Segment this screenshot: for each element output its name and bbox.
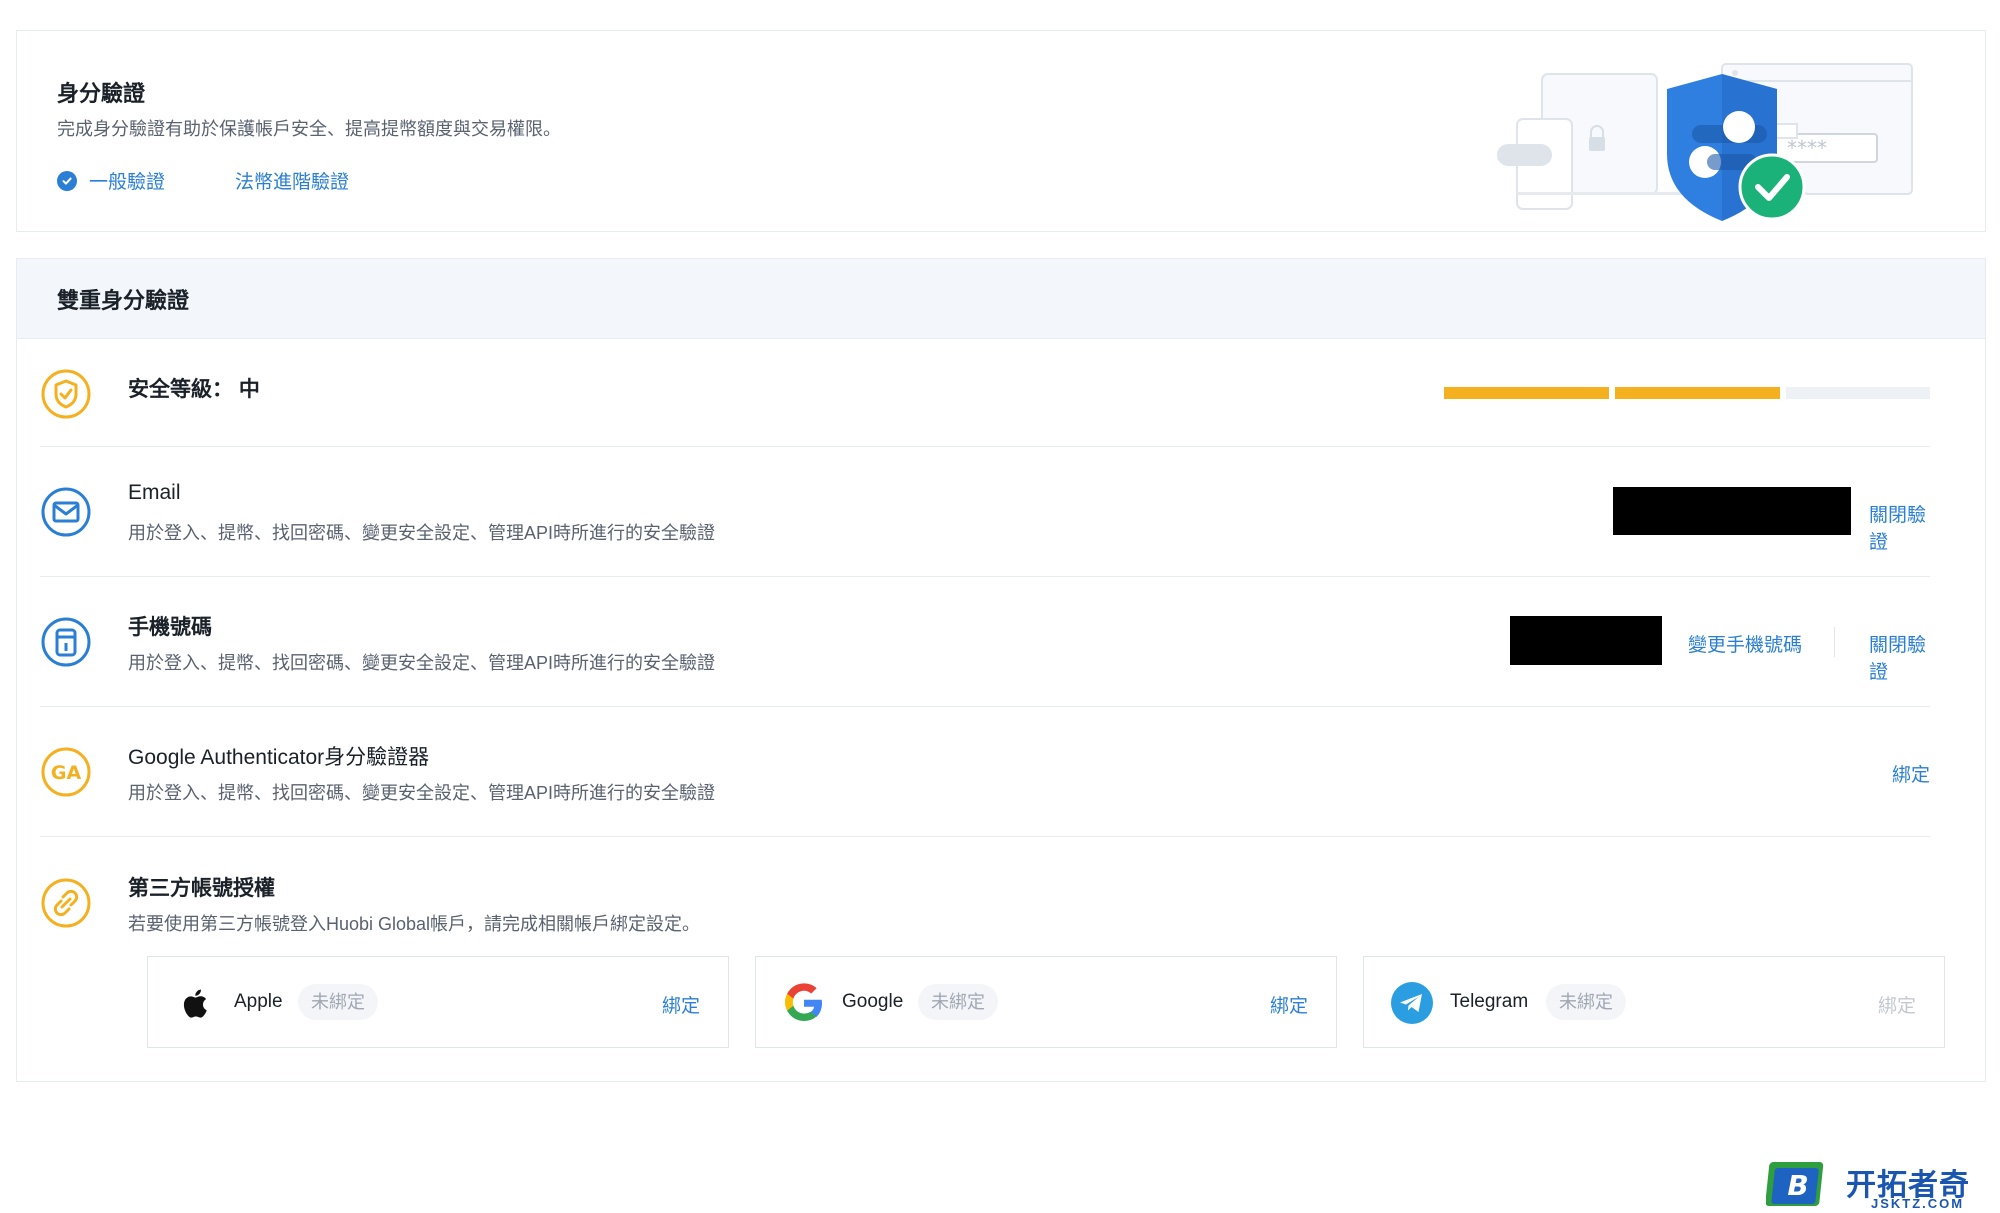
svg-text:GA: GA [51, 762, 82, 784]
identity-description: 完成身分驗證有助於保護帳戶安全、提高提幣額度與交易權限。 [57, 119, 561, 139]
google-authenticator-icon: GA [41, 747, 91, 797]
third-party-description: 若要使用第三方帳號登入Huobi Global帳戶，請完成相關帳戶綁定設定。 [128, 914, 701, 934]
email-disable-button[interactable]: 關閉驗證 [1869, 500, 1930, 554]
identity-verification-card: 身分驗證 完成身分驗證有助於保護帳戶安全、提高提幣額度與交易權限。 一般驗證 法… [16, 30, 1986, 232]
svg-text:****: **** [1787, 136, 1827, 160]
phone-description: 用於登入、提幣、找回密碼、變更安全設定、管理API時所進行的安全驗證 [128, 653, 716, 673]
google-icon [785, 983, 822, 1021]
watermark-logo-icon: B [1766, 1162, 1824, 1206]
watermark-domain: JSKTZ.COM [1871, 1196, 1965, 1211]
phone-title: 手機號碼 [128, 616, 212, 639]
apple-icon [183, 989, 207, 1018]
google-bind-button[interactable]: 綁定 [1270, 991, 1308, 1018]
verification-links: 一般驗證 法幣進階驗證 [57, 167, 349, 194]
google-name: Google [842, 991, 904, 1012]
security-level-segment-2 [1615, 387, 1780, 399]
apple-bind-button[interactable]: 綁定 [662, 991, 700, 1018]
change-phone-button[interactable]: 變更手機號碼 [1688, 630, 1802, 657]
identity-title: 身分驗證 [57, 81, 146, 106]
apple-status-badge: 未綁定 [298, 984, 378, 1020]
basic-verification-label: 一般驗證 [89, 172, 166, 193]
phone-disable-button[interactable]: 關閉驗證 [1869, 630, 1930, 684]
redacted-phone [1510, 616, 1662, 665]
fiat-advanced-verification-link[interactable]: 法幣進階驗證 [235, 167, 349, 194]
redacted-email [1613, 487, 1851, 535]
telegram-provider-card: Telegram 未綁定 綁定 [1363, 956, 1945, 1048]
security-shield-illustration: **** [1497, 63, 1913, 221]
security-level-segment-3 [1786, 387, 1930, 399]
security-shield-icon [41, 369, 91, 419]
telegram-bind-button[interactable]: 綁定 [1878, 991, 1916, 1018]
site-watermark: B 开拓者奇点 JSKTZ.COM [1766, 1158, 1996, 1212]
google-authenticator-title: Google Authenticator身分驗證器 [128, 746, 430, 769]
two-factor-title: 雙重身分驗證 [17, 259, 1985, 339]
email-icon [41, 487, 91, 537]
phone-row: 手機號碼 用於登入、提幣、找回密碼、變更安全設定、管理API時所進行的安全驗證 … [40, 577, 1930, 707]
security-level-segment-1 [1444, 387, 1609, 399]
google-authenticator-row: GA Google Authenticator身分驗證器 用於登入、提幣、找回密… [40, 707, 1930, 837]
security-level-label: 安全等級： 中 [128, 378, 260, 401]
telegram-name: Telegram [1450, 991, 1529, 1012]
google-authenticator-description: 用於登入、提幣、找回密碼、變更安全設定、管理API時所進行的安全驗證 [128, 783, 716, 803]
apple-provider-card: Apple 未綁定 綁定 [147, 956, 729, 1048]
google-status-badge: 未綁定 [918, 984, 998, 1020]
apple-name: Apple [234, 991, 283, 1012]
google-provider-card: Google 未綁定 綁定 [755, 956, 1337, 1048]
basic-verification-link[interactable]: 一般驗證 [57, 167, 165, 194]
telegram-status-badge: 未綁定 [1546, 984, 1626, 1020]
email-title: Email [128, 481, 181, 504]
phone-icon [41, 617, 91, 667]
check-icon [57, 170, 77, 191]
action-divider [1834, 627, 1835, 657]
svg-text:B: B [1787, 1169, 1808, 1202]
security-level-row: 安全等級： 中 [40, 340, 1930, 447]
email-row: Email 用於登入、提幣、找回密碼、變更安全設定、管理API時所進行的安全驗證… [40, 447, 1930, 577]
link-icon [41, 878, 91, 928]
third-party-title: 第三方帳號授權 [128, 877, 275, 900]
google-authenticator-bind-button[interactable]: 綁定 [1892, 760, 1930, 787]
telegram-icon [1391, 982, 1433, 1024]
email-description: 用於登入、提幣、找回密碼、變更安全設定、管理API時所進行的安全驗證 [128, 523, 716, 543]
